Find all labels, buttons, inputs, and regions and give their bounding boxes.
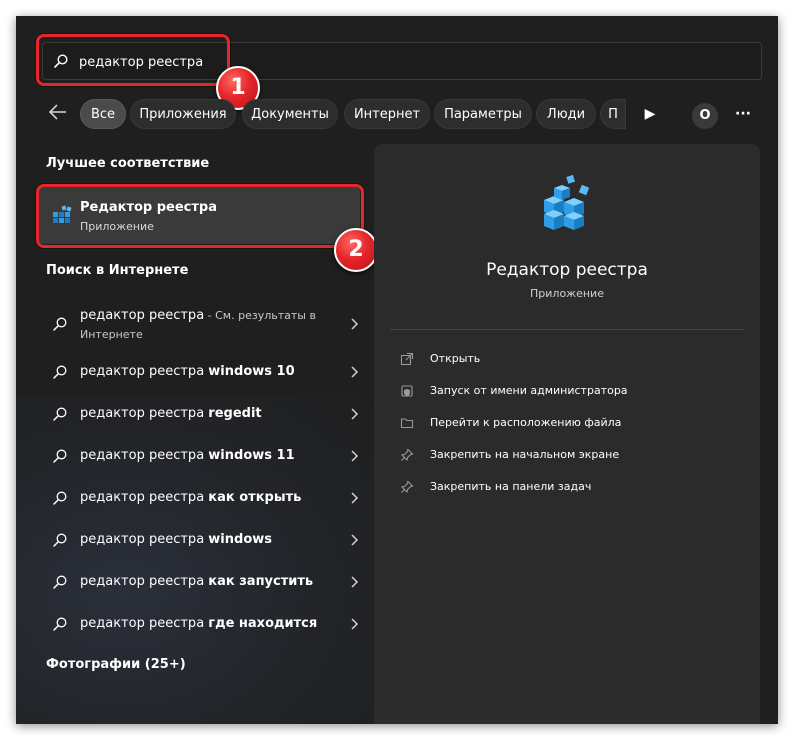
action-label: Запуск от имени администратора bbox=[430, 384, 628, 397]
start-search-window: 1 Все Приложения Документы Интернет Пара… bbox=[16, 16, 778, 724]
chevron-right-icon bbox=[351, 408, 359, 420]
web-result-suggestion: windows 10 bbox=[208, 364, 295, 379]
web-result-item[interactable]: редактор реестра как открыть bbox=[38, 478, 360, 518]
action-pin-to-start[interactable]: Закрепить на начальном экране bbox=[390, 444, 730, 466]
photos-heading[interactable]: Фотографии (25+) bbox=[46, 657, 186, 672]
web-result-query: редактор реестра bbox=[80, 364, 209, 379]
web-result-suggestion: как запустить bbox=[208, 574, 314, 589]
web-result-item[interactable]: редактор реестра где находится bbox=[38, 604, 360, 644]
search-icon bbox=[53, 617, 67, 631]
chevron-right-icon bbox=[351, 576, 359, 588]
chevron-right-icon bbox=[351, 450, 359, 462]
action-pin-to-taskbar[interactable]: Закрепить на панели задач bbox=[390, 476, 730, 498]
arrow-left-icon[interactable] bbox=[46, 100, 70, 124]
chevron-right-icon bbox=[351, 492, 359, 504]
chevron-right-icon bbox=[351, 618, 359, 630]
callout-highlight-search bbox=[36, 34, 230, 86]
pin-icon bbox=[400, 448, 414, 462]
search-icon bbox=[53, 365, 67, 379]
details-app-kind: Приложение bbox=[530, 287, 604, 300]
filter-chip-people[interactable]: Люди bbox=[536, 99, 596, 129]
action-run-as-admin[interactable]: Запуск от имени администратора bbox=[390, 380, 730, 402]
web-result-item[interactable]: редактор реестра windows 10 bbox=[38, 352, 360, 392]
open-icon bbox=[400, 352, 414, 366]
web-result-suggestion: как открыть bbox=[208, 490, 302, 505]
registry-editor-icon bbox=[544, 174, 590, 230]
web-result-item[interactable]: редактор реестра как запустить bbox=[38, 562, 360, 602]
web-result-suggestion: windows 11 bbox=[208, 448, 295, 463]
filter-chip-apps[interactable]: Приложения bbox=[130, 99, 236, 129]
play-icon[interactable]: ▶ bbox=[636, 99, 664, 129]
chevron-right-icon bbox=[351, 534, 359, 546]
web-result-query: редактор реестра bbox=[80, 616, 209, 631]
pin-icon bbox=[400, 480, 414, 494]
details-panel: Редактор реестра Приложение Открыть Запу… bbox=[374, 144, 760, 724]
web-result-item[interactable]: редактор реестра regedit bbox=[38, 394, 360, 434]
web-result-suggestion: windows bbox=[208, 532, 273, 547]
action-label: Перейти к расположению файла bbox=[430, 416, 622, 429]
web-result-item[interactable]: редактор реестра windows 11 bbox=[38, 436, 360, 476]
web-search-heading: Поиск в Интернете bbox=[46, 263, 189, 278]
search-icon bbox=[53, 449, 67, 463]
filter-chip-documents[interactable]: Документы bbox=[242, 99, 338, 129]
web-result-item[interactable]: редактор реестра - См. результаты в Инте… bbox=[38, 302, 360, 346]
action-open[interactable]: Открыть bbox=[390, 348, 730, 370]
web-result-suggestion: где находится bbox=[208, 616, 318, 631]
web-result-query: редактор реестра bbox=[80, 574, 209, 589]
action-label: Закрепить на панели задач bbox=[430, 480, 592, 493]
web-result-query: редактор реестра bbox=[80, 532, 209, 547]
filter-chip-web[interactable]: Интернет bbox=[344, 99, 430, 129]
account-avatar[interactable]: O bbox=[690, 99, 720, 129]
admin-shield-icon bbox=[401, 385, 413, 397]
action-label: Закрепить на начальном экране bbox=[430, 448, 620, 461]
details-app-name: Редактор реестра bbox=[486, 260, 648, 280]
action-label: Открыть bbox=[430, 352, 481, 365]
filter-chip-more[interactable]: П bbox=[600, 99, 626, 129]
search-icon bbox=[53, 533, 67, 547]
filter-chip-settings[interactable]: Параметры bbox=[434, 99, 532, 129]
more-options-icon[interactable]: ··· bbox=[728, 99, 758, 129]
chevron-right-icon bbox=[351, 318, 359, 330]
search-icon bbox=[53, 491, 67, 505]
chevron-right-icon bbox=[351, 366, 359, 378]
search-icon bbox=[53, 407, 67, 421]
details-divider bbox=[390, 329, 744, 330]
web-result-item[interactable]: редактор реестра windows bbox=[38, 520, 360, 560]
web-result-query: редактор реестра bbox=[80, 406, 209, 421]
web-result-query: редактор реестра bbox=[80, 308, 205, 323]
search-icon bbox=[53, 575, 67, 589]
callout-badge-2: 2 bbox=[334, 228, 378, 272]
web-result-suggestion: regedit bbox=[208, 406, 262, 421]
avatar-letter: O bbox=[692, 103, 718, 129]
web-result-query: редактор реестра bbox=[80, 490, 209, 505]
web-result-query: редактор реестра bbox=[80, 448, 209, 463]
best-match-heading: Лучшее соответствие bbox=[46, 156, 210, 171]
folder-icon bbox=[400, 418, 414, 429]
callout-highlight-result bbox=[36, 184, 364, 248]
action-open-file-location[interactable]: Перейти к расположению файла bbox=[390, 412, 730, 434]
filter-chip-all[interactable]: Все bbox=[80, 99, 126, 129]
search-icon bbox=[53, 317, 67, 331]
